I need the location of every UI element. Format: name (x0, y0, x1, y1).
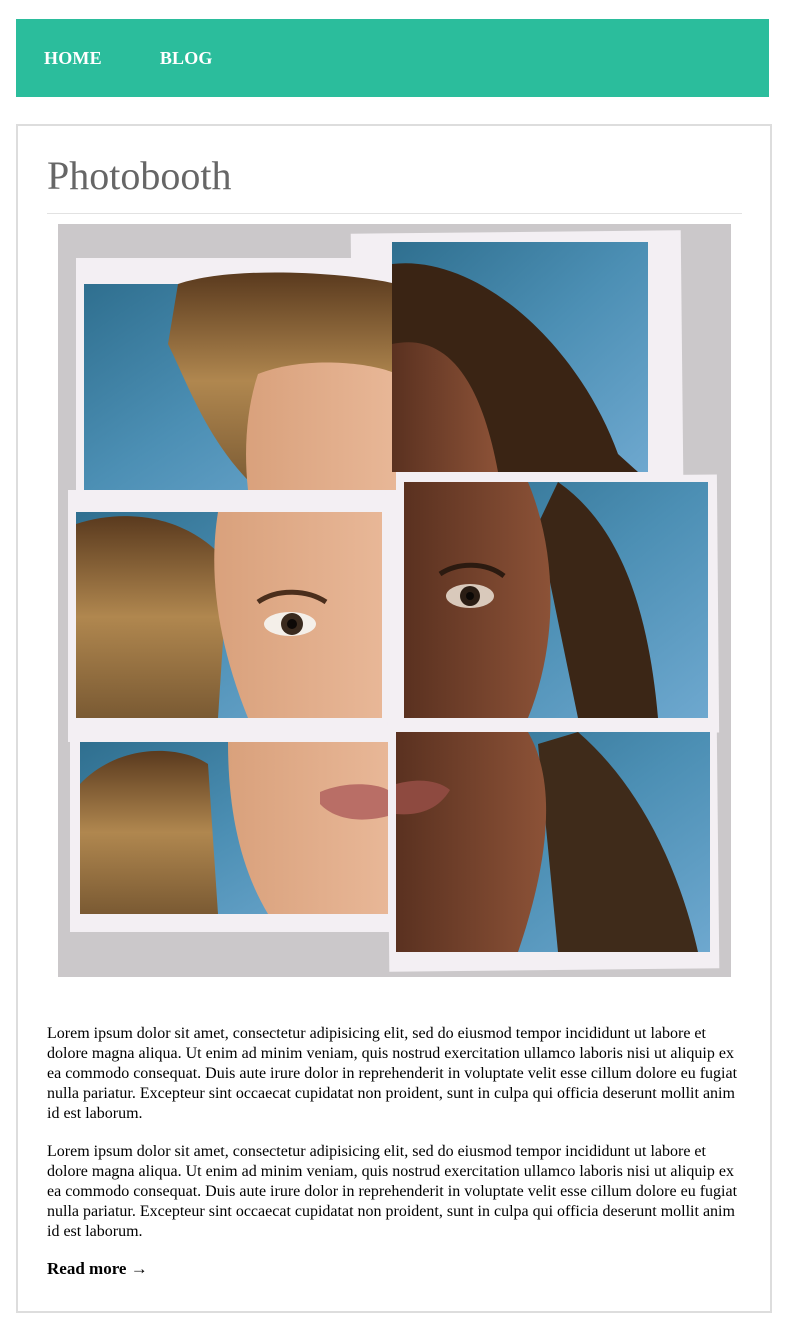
post-paragraph-1: Lorem ipsum dolor sit amet, consectetur … (47, 1025, 738, 1122)
title-divider (47, 213, 742, 214)
post-paragraph-2: Lorem ipsum dolor sit amet, consectetur … (47, 1143, 738, 1240)
read-more-link[interactable]: Read more → (47, 1259, 148, 1279)
nav-home-link[interactable]: HOME (44, 48, 102, 69)
post-image (58, 224, 731, 977)
post-title: Photobooth (47, 153, 232, 198)
nav-blog-link[interactable]: BLOG (160, 48, 213, 69)
top-navbar: HOME BLOG (16, 19, 769, 97)
photo-collage (58, 224, 731, 977)
